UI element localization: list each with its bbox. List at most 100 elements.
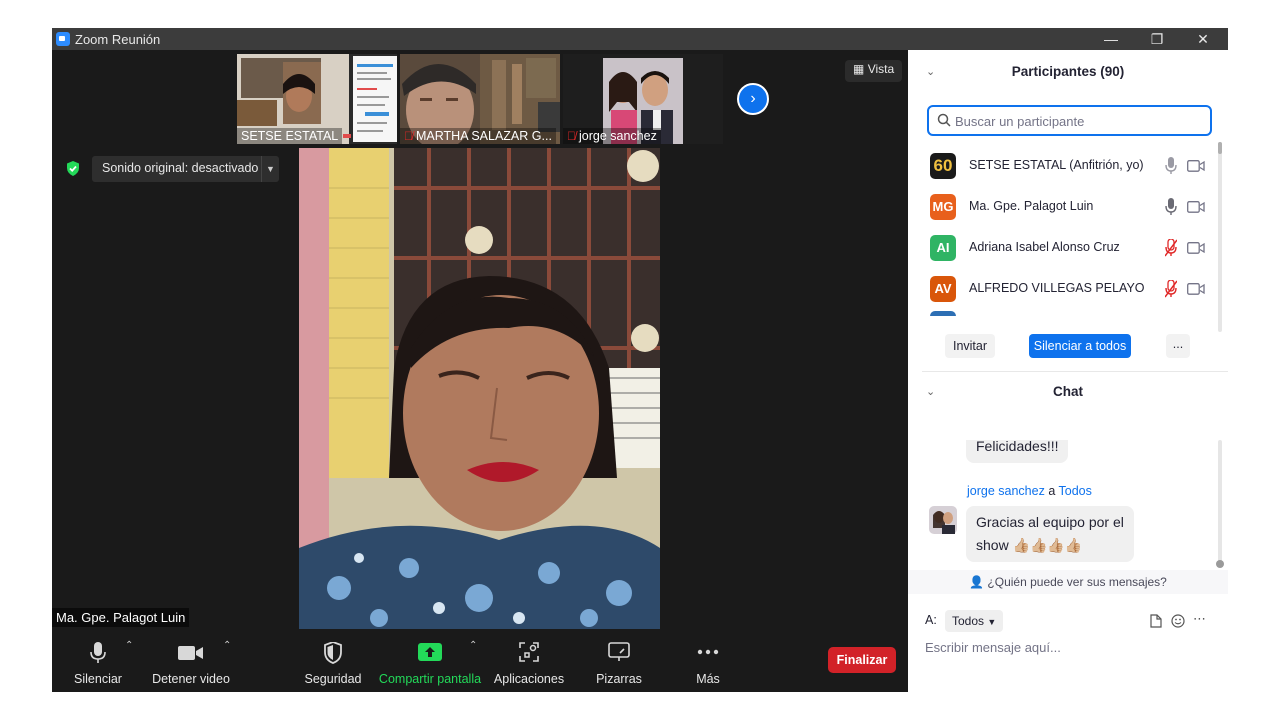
thumbnail-jorge-sanchez[interactable]: 🎙̸ jorge sanchez (563, 54, 723, 144)
mute-all-button[interactable]: Silenciar a todos (1029, 334, 1131, 358)
avatar: AI (930, 235, 956, 261)
muted-mic-icon: 🎙̸ (404, 129, 413, 143)
more-dots-icon (697, 649, 719, 655)
speaker-name-label: Ma. Gpe. Palagot Luin (52, 608, 190, 627)
thumbnail-label: 🎙̸ MARTHA SALAZAR G... (400, 128, 556, 144)
more-button[interactable]: Más (682, 630, 734, 692)
window-title: Zoom Reunión (75, 32, 161, 47)
participant-name: Adriana Isabel Alonso Cruz (969, 240, 1120, 254)
chat-messages: Felicidades!!! jorge sanchez a Todos Gra… (908, 440, 1228, 570)
thumbnail-setse-estatal[interactable]: SETSE ESTATAL (237, 54, 397, 144)
video-camera-icon (178, 646, 203, 660)
speaker-video-frame (299, 148, 660, 629)
participant-row[interactable]: MG Ma. Gpe. Palagot Luin (908, 187, 1218, 228)
chat-message-input[interactable]: Escribir mensaje aquí... (925, 640, 1215, 660)
avatar: 60 (930, 153, 956, 179)
restore-button[interactable]: ❐ (1134, 28, 1180, 50)
audio-options-caret-icon[interactable]: ⌃ (125, 640, 133, 651)
muted-mic-icon: 🎙̸ (567, 129, 576, 143)
whiteboard-icon (608, 642, 630, 661)
thumbnail-martha-salazar[interactable]: 🎙̸ MARTHA SALAZAR G... (400, 54, 560, 144)
participant-name: ALFREDO VILLEGAS PELAYO (969, 281, 1145, 295)
who-can-see-messages-link[interactable]: 👤 ¿Quién puede ver sus mensajes? (908, 570, 1228, 594)
thumbnail-label: 🎙̸ jorge sanchez (563, 128, 661, 144)
message-sender-line: jorge sanchez a Todos (967, 484, 1092, 498)
participant-name: Ma. Gpe. Palagot Luin (969, 199, 1094, 213)
participant-row[interactable]: AI Adriana Isabel Alonso Cruz (908, 228, 1218, 269)
message-sender[interactable]: jorge sanchez (967, 484, 1045, 498)
sound-options-dropdown[interactable]: ▼ (261, 156, 279, 182)
desktop: Zoom Reunión — ❐ ✕ SETSE ESTATAL 🎙̸ MART… (0, 0, 1280, 720)
chat-message-bubble: Gracias al equipo por el show 👍🏼👍🏼👍🏼👍🏼 (966, 506, 1134, 562)
thumbnail-label: SETSE ESTATAL (237, 128, 343, 144)
video-options-caret-icon[interactable]: ⌃ (223, 640, 231, 651)
invite-button[interactable]: Invitar (945, 334, 995, 358)
security-button[interactable]: Seguridad (302, 630, 364, 692)
search-icon (937, 113, 951, 127)
participant-name: SETSE ESTATAL (Anfitrión, yo) (969, 158, 1144, 172)
chat-message-bubble: Felicidades!!! (966, 440, 1069, 463)
message-recipient[interactable]: Todos (1059, 484, 1092, 498)
chevron-down-icon: ▼ (987, 617, 997, 627)
chat-header: ⌄ Chat (908, 372, 1228, 412)
stop-video-button[interactable]: Detener video (150, 630, 232, 692)
collapse-chevron-icon[interactable]: ⌄ (926, 52, 935, 92)
avatar (930, 311, 956, 316)
chevron-right-icon: › (750, 90, 756, 107)
next-page-button[interactable]: › (737, 83, 769, 115)
participants-more-button[interactable]: ... (1166, 334, 1190, 358)
share-options-caret-icon[interactable]: ⌃ (469, 640, 477, 651)
sender-avatar (929, 506, 957, 534)
scrollbar-thumb[interactable] (1216, 560, 1224, 568)
participants-scrollbar[interactable] (1218, 142, 1222, 332)
whiteboards-button[interactable]: Pizarras (588, 630, 650, 692)
collapse-chevron-icon[interactable]: ⌄ (926, 372, 935, 412)
share-screen-button[interactable]: Compartir pantalla (378, 630, 482, 692)
avatar: MG (930, 194, 956, 220)
more-options-icon[interactable]: ⋯ (1193, 611, 1206, 627)
share-screen-icon (418, 643, 442, 661)
microphone-icon[interactable] (1165, 157, 1177, 175)
participant-row[interactable]: 60 SETSE ESTATAL (Anfitrión, yo) (908, 146, 1218, 187)
participant-search-input[interactable] (955, 111, 1205, 131)
security-shield-icon (324, 642, 342, 664)
person-lock-icon: 👤 (969, 575, 985, 589)
emoji-icon[interactable] (1171, 614, 1185, 628)
grid-view-icon: ▦ (853, 62, 865, 76)
chat-scrollbar[interactable] (1216, 440, 1224, 568)
chat-recipient-row: A: Todos ▼ ⋯ (925, 608, 1215, 634)
caret-down-icon: ▼ (266, 164, 275, 174)
end-meeting-button[interactable]: Finalizar (828, 647, 896, 673)
participants-header: ⌄ Participantes (90) (908, 52, 1228, 92)
view-button[interactable]: ▦ Vista (845, 60, 903, 82)
participant-row-partial (908, 310, 1218, 316)
recipient-dropdown[interactable]: Todos ▼ (945, 610, 1004, 632)
encryption-shield-icon[interactable] (66, 161, 80, 176)
microphone-icon[interactable] (1165, 198, 1177, 216)
apps-icon (519, 642, 539, 662)
side-panel: ⌄ Participantes (90) 60 SETSE ESTATAL (A… (908, 50, 1228, 692)
thumbnail-strip: SETSE ESTATAL 🎙̸ MARTHA SALAZAR G... 🎙̸ … (52, 50, 908, 146)
participant-search[interactable] (927, 105, 1212, 136)
video-camera-icon[interactable] (1187, 159, 1205, 173)
microphone-icon (90, 642, 106, 663)
apps-button[interactable]: Aplicaciones (492, 630, 566, 692)
original-sound-toggle[interactable]: Sonido original: desactivado (92, 156, 269, 182)
video-camera-icon[interactable] (1187, 241, 1205, 255)
file-icon[interactable] (1150, 614, 1162, 628)
close-button[interactable]: ✕ (1180, 28, 1226, 50)
mute-button[interactable]: Silenciar (66, 630, 130, 692)
to-label: A: (925, 613, 937, 627)
muted-microphone-icon[interactable] (1165, 239, 1177, 257)
scrollbar-thumb[interactable] (1218, 142, 1222, 154)
minimize-button[interactable]: — (1088, 28, 1134, 50)
avatar: AV (930, 276, 956, 302)
video-camera-icon[interactable] (1187, 282, 1205, 296)
zoom-window: Zoom Reunión — ❐ ✕ SETSE ESTATAL 🎙̸ MART… (52, 28, 1228, 692)
participant-row[interactable]: AV ALFREDO VILLEGAS PELAYO (908, 269, 1218, 310)
meeting-toolbar: Silenciar ⌃ Detener video ⌃ Seguridad Co… (52, 630, 908, 692)
video-camera-icon[interactable] (1187, 200, 1205, 214)
active-speaker-video (299, 148, 660, 629)
zoom-app-icon (56, 32, 70, 46)
muted-microphone-icon[interactable] (1165, 280, 1177, 298)
